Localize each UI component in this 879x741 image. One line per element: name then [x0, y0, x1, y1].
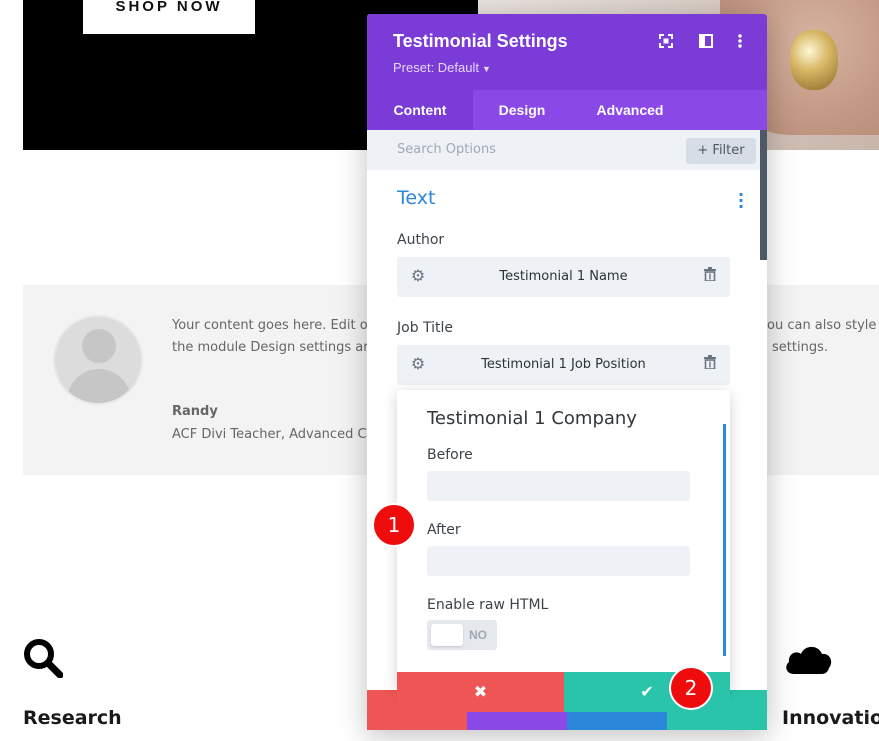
search-input[interactable]: [397, 142, 637, 157]
modal-scrollbar[interactable]: [760, 130, 767, 260]
modal-title: Testimonial Settings: [393, 31, 568, 52]
more-icon[interactable]: [731, 34, 749, 52]
toggle-state: NO: [469, 628, 487, 642]
testimonial-author: Randy: [172, 404, 218, 419]
page: SHOP NOW Your content goes here. Edit o …: [0, 0, 879, 741]
check-icon: ✔: [640, 682, 653, 701]
after-input[interactable]: [427, 546, 690, 576]
trash-icon[interactable]: [702, 267, 718, 285]
toggle-knob: [431, 624, 463, 646]
before-label: Before: [427, 447, 473, 463]
job-title-field[interactable]: ⚙ Testimonial 1 Job Position: [397, 345, 730, 385]
testimonial-content-line: ou can also style e: [767, 315, 879, 337]
tab-advanced[interactable]: Advanced: [571, 90, 689, 130]
search-icon: [23, 638, 63, 678]
annotation-badge-1: 1: [372, 503, 416, 547]
plus-icon: +: [697, 143, 712, 158]
ring-image: [790, 30, 838, 90]
chevron-down-icon: ▼: [482, 64, 491, 74]
after-label: After: [427, 522, 461, 538]
modal-header: Testimonial Settings Preset: Default▼: [367, 14, 767, 90]
popup-title: Testimonial 1 Company: [427, 408, 637, 429]
preset-dropdown[interactable]: Preset: Default▼: [393, 60, 491, 75]
filter-label: Filter: [712, 143, 744, 158]
testimonial-job-title: ACF Divi Teacher, Advanced Cu: [172, 427, 375, 442]
raw-html-label: Enable raw HTML: [427, 597, 548, 613]
search-bar: + Filter: [367, 130, 760, 170]
dynamic-content-popup: Testimonial 1 Company Before After Enabl…: [397, 390, 730, 690]
annotation-badge-2: 2: [669, 666, 713, 710]
feature-title-innovation: Innovatio: [782, 707, 879, 729]
gear-icon[interactable]: ⚙: [409, 355, 427, 373]
cancel-button[interactable]: ✖: [397, 672, 564, 712]
filter-button[interactable]: + Filter: [686, 138, 756, 164]
avatar-head-icon: [82, 329, 116, 363]
section-more-icon[interactable]: ···: [737, 192, 745, 210]
job-title-label: Job Title: [397, 320, 453, 336]
trash-icon[interactable]: [702, 355, 718, 373]
job-title-value: Testimonial 1 Job Position: [437, 357, 690, 372]
modal-tabs: Content Design Advanced: [367, 90, 767, 130]
cloud-icon: [782, 638, 834, 678]
author-field[interactable]: ⚙ Testimonial 1 Name: [397, 257, 730, 297]
tab-design[interactable]: Design: [473, 90, 571, 130]
preset-label: Preset: Default: [393, 60, 479, 75]
before-input[interactable]: [427, 471, 690, 501]
feature-title-research: Research: [23, 707, 122, 729]
testimonial-content-line: settings.: [772, 337, 828, 359]
author-label: Author: [397, 232, 444, 248]
section-title-text[interactable]: Text: [397, 187, 435, 209]
gear-icon[interactable]: ⚙: [409, 267, 427, 285]
close-icon: ✖: [474, 682, 487, 701]
scrollbar-thumb[interactable]: [760, 130, 767, 260]
author-value: Testimonial 1 Name: [437, 269, 690, 284]
sidebar-toggle-icon[interactable]: [697, 34, 715, 52]
tab-content[interactable]: Content: [367, 90, 473, 130]
avatar: [53, 315, 143, 405]
popup-scrollbar[interactable]: [723, 424, 726, 656]
raw-html-toggle[interactable]: NO: [427, 620, 497, 650]
fullscreen-icon[interactable]: [657, 34, 675, 52]
avatar-body-icon: [67, 369, 131, 405]
shop-now-button[interactable]: SHOP NOW: [83, 0, 255, 34]
testimonial-content-line: the module Design settings ar: [172, 337, 369, 359]
testimonial-content-line: Your content goes here. Edit o: [172, 315, 368, 337]
